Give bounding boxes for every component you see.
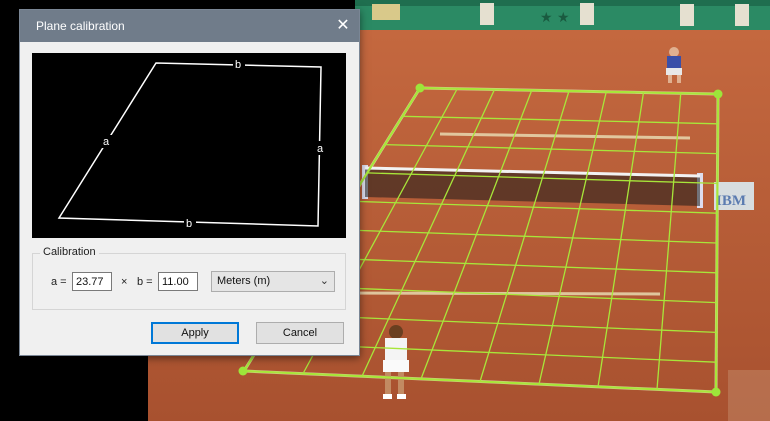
a-length-input[interactable] [72, 272, 112, 291]
dialog-title: Plane calibration [36, 19, 125, 33]
calibration-legend: Calibration [40, 246, 99, 258]
times-sign: × [121, 276, 128, 288]
preview-label-b-top: b [235, 59, 241, 71]
ibm-banner: IBM [716, 193, 746, 209]
grid-handle-top-left[interactable] [415, 83, 425, 93]
grid-handle-bottom-left[interactable] [238, 366, 248, 376]
unit-selected-value: Meters (m) [217, 275, 271, 287]
grid-handle-bottom-right[interactable] [711, 387, 721, 397]
chevron-down-icon: ⌄ [319, 275, 329, 287]
apply-button[interactable]: Apply [151, 322, 239, 344]
dialog-titlebar[interactable]: Plane calibration ✕ [20, 10, 359, 42]
close-button[interactable]: ✕ [327, 10, 359, 42]
cancel-button[interactable]: Cancel [256, 322, 344, 344]
a-label: a = [51, 276, 67, 288]
grid-handle-top-right[interactable] [713, 89, 723, 99]
calibration-preview: b a a b [32, 53, 346, 238]
star-decoration: ★ ★ [540, 10, 570, 26]
preview-label-a-right: a [317, 143, 324, 155]
plane-calibration-dialog: Plane calibration ✕ b a a b Calibration … [19, 9, 360, 356]
b-label: b = [137, 276, 153, 288]
preview-label-b-bottom: b [186, 218, 192, 230]
b-length-input[interactable] [158, 272, 198, 291]
unit-dropdown[interactable]: Meters (m) ⌄ [211, 271, 335, 292]
calibration-group: Calibration a = × b = Meters (m) ⌄ [32, 246, 346, 310]
preview-label-a-left: a [103, 136, 110, 148]
close-icon: ✕ [336, 17, 350, 34]
